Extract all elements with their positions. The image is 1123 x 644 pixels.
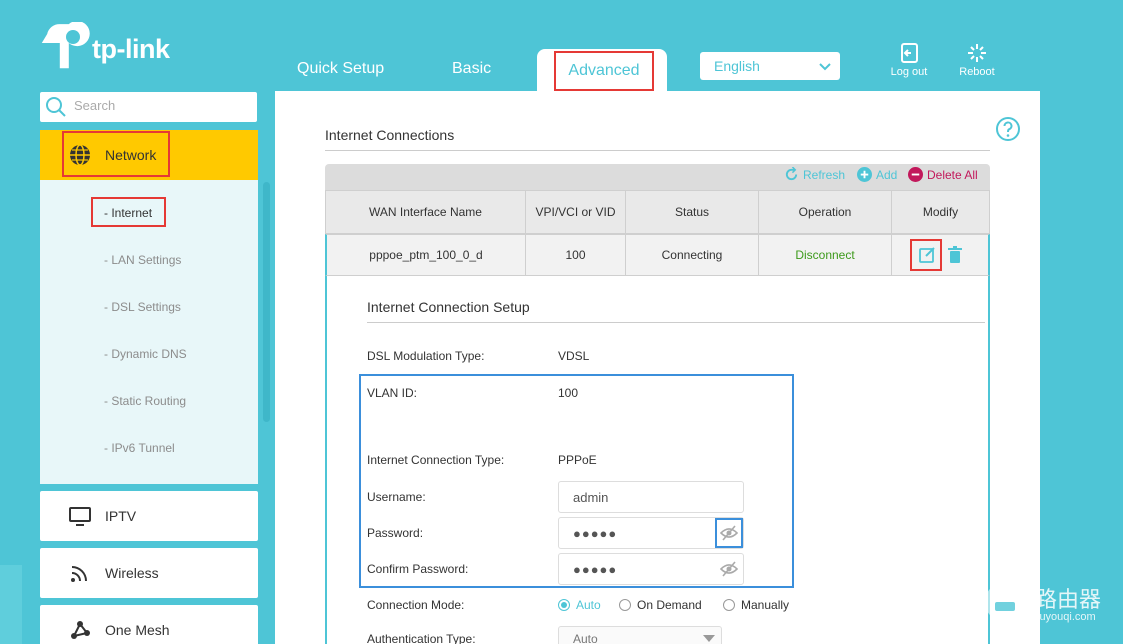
connection-mode-label: Connection Mode: bbox=[367, 598, 465, 612]
row-status: Connecting bbox=[661, 248, 723, 262]
search-icon bbox=[46, 97, 66, 117]
vlan-id-label: VLAN ID: bbox=[367, 386, 418, 400]
table-header: WAN Interface Name VPI/VCI or VID Status… bbox=[325, 190, 990, 234]
row-wan-name: pppoe_ptm_100_0_d bbox=[369, 248, 483, 262]
internet-highlight-box bbox=[91, 197, 166, 227]
sidebar-one-mesh-label: One Mesh bbox=[105, 622, 170, 638]
connection-type-value: PPPoE bbox=[558, 453, 597, 467]
radio-selected-icon bbox=[558, 599, 570, 611]
mode-auto-label: Auto bbox=[576, 598, 601, 612]
sidebar-iptv-label: IPTV bbox=[105, 508, 137, 524]
language-select[interactable]: English bbox=[700, 52, 840, 80]
auth-type-label: Authentication Type: bbox=[367, 632, 476, 644]
username-field[interactable]: admin bbox=[558, 481, 744, 513]
confirm-password-field[interactable]: ●●●●● bbox=[558, 553, 744, 585]
delete-all-button[interactable]: Delete All bbox=[908, 167, 978, 182]
connection-type-label: Internet Connection Type: bbox=[367, 453, 505, 467]
refresh-button[interactable]: Refresh bbox=[784, 167, 845, 182]
globe-icon bbox=[70, 144, 90, 166]
search-input[interactable]: Search bbox=[40, 92, 257, 122]
dsl-type-label: DSL Modulation Type: bbox=[367, 349, 485, 363]
add-icon bbox=[857, 167, 872, 182]
row-vid: 100 bbox=[565, 248, 586, 262]
edit-highlight-box bbox=[910, 239, 942, 271]
username-label: Username: bbox=[367, 490, 426, 504]
tab-quick-setup[interactable]: Quick Setup bbox=[297, 60, 384, 78]
divider bbox=[325, 150, 990, 151]
logout-button[interactable]: Log out bbox=[884, 42, 934, 78]
setup-title: Internet Connection Setup bbox=[367, 299, 530, 315]
add-label: Add bbox=[876, 167, 898, 182]
col-wan-interface: WAN Interface Name bbox=[369, 205, 482, 219]
caret-down-icon bbox=[703, 635, 715, 642]
setup-divider bbox=[367, 322, 985, 323]
eye-off-icon[interactable] bbox=[720, 561, 738, 577]
col-modify: Modify bbox=[922, 205, 959, 219]
router-logo-icon bbox=[985, 582, 1025, 622]
language-value: English bbox=[714, 58, 760, 74]
dsl-type-value: VDSL bbox=[558, 349, 590, 363]
remove-icon bbox=[908, 167, 923, 182]
sidebar-item-lan-settings[interactable]: - LAN Settings bbox=[104, 253, 181, 267]
col-vid: VPI/VCI or VID bbox=[535, 205, 616, 219]
disconnect-link[interactable]: Disconnect bbox=[759, 235, 891, 275]
monitor-icon bbox=[69, 507, 91, 526]
col-operation: Operation bbox=[798, 205, 852, 219]
tab-basic[interactable]: Basic bbox=[452, 60, 491, 78]
sidebar-item-dsl-settings[interactable]: - DSL Settings bbox=[104, 300, 181, 314]
sidebar-wireless-label: Wireless bbox=[105, 565, 159, 581]
reboot-button[interactable]: Reboot bbox=[952, 42, 1002, 78]
logout-label: Log out bbox=[890, 66, 928, 78]
watermark-sub: luyouqi.com bbox=[1037, 611, 1096, 623]
mode-manually-label: Manually bbox=[741, 598, 790, 612]
sidebar-item-ipv6-tunnel[interactable]: - IPv6 Tunnel bbox=[104, 441, 175, 455]
mode-manually-radio[interactable]: Manually bbox=[723, 598, 789, 612]
vlan-id-value: 100 bbox=[558, 386, 579, 400]
watermark: 路由器 luyouqi.com bbox=[983, 580, 1123, 630]
mode-auto-radio[interactable]: Auto bbox=[558, 598, 601, 612]
refresh-label: Refresh bbox=[803, 167, 846, 182]
sidebar-item-dynamic-dns[interactable]: - Dynamic DNS bbox=[104, 347, 187, 361]
auth-type-select[interactable]: Auto bbox=[558, 626, 722, 644]
sidebar-network-label: Network bbox=[105, 147, 157, 163]
tab-advanced[interactable]: Advanced bbox=[554, 51, 654, 91]
eye-highlight-box bbox=[715, 518, 743, 548]
trash-icon[interactable] bbox=[947, 246, 962, 264]
internet-connections-title: Internet Connections bbox=[325, 127, 455, 143]
radio-icon bbox=[723, 599, 735, 611]
reboot-label: Reboot bbox=[959, 66, 995, 78]
mesh-icon bbox=[71, 621, 90, 639]
col-status: Status bbox=[674, 205, 710, 219]
sidebar-scrollbar[interactable] bbox=[263, 182, 270, 422]
radio-icon bbox=[619, 599, 631, 611]
mode-on-demand-label: On Demand bbox=[637, 598, 702, 612]
refresh-icon bbox=[785, 167, 798, 181]
help-icon[interactable] bbox=[995, 116, 1021, 142]
chevron-down-icon bbox=[819, 63, 831, 71]
auth-type-value: Auto bbox=[573, 632, 598, 644]
watermark-text: 路由器 bbox=[1035, 587, 1102, 612]
delete-all-label: Delete All bbox=[927, 167, 978, 182]
logout-icon bbox=[901, 43, 918, 63]
table-row: pppoe_ptm_100_0_d 100 Connecting Disconn… bbox=[325, 234, 990, 276]
add-button[interactable]: Add bbox=[857, 167, 897, 182]
sidebar-item-static-routing[interactable]: - Static Routing bbox=[104, 394, 186, 408]
reboot-icon bbox=[968, 44, 986, 62]
background-decoration bbox=[0, 565, 22, 644]
wifi-icon bbox=[71, 566, 87, 582]
logo-text: tp-link bbox=[92, 34, 170, 64]
confirm-password-label: Confirm Password: bbox=[367, 562, 469, 576]
mode-on-demand-radio[interactable]: On Demand bbox=[619, 598, 702, 612]
password-label: Password: bbox=[367, 526, 424, 540]
